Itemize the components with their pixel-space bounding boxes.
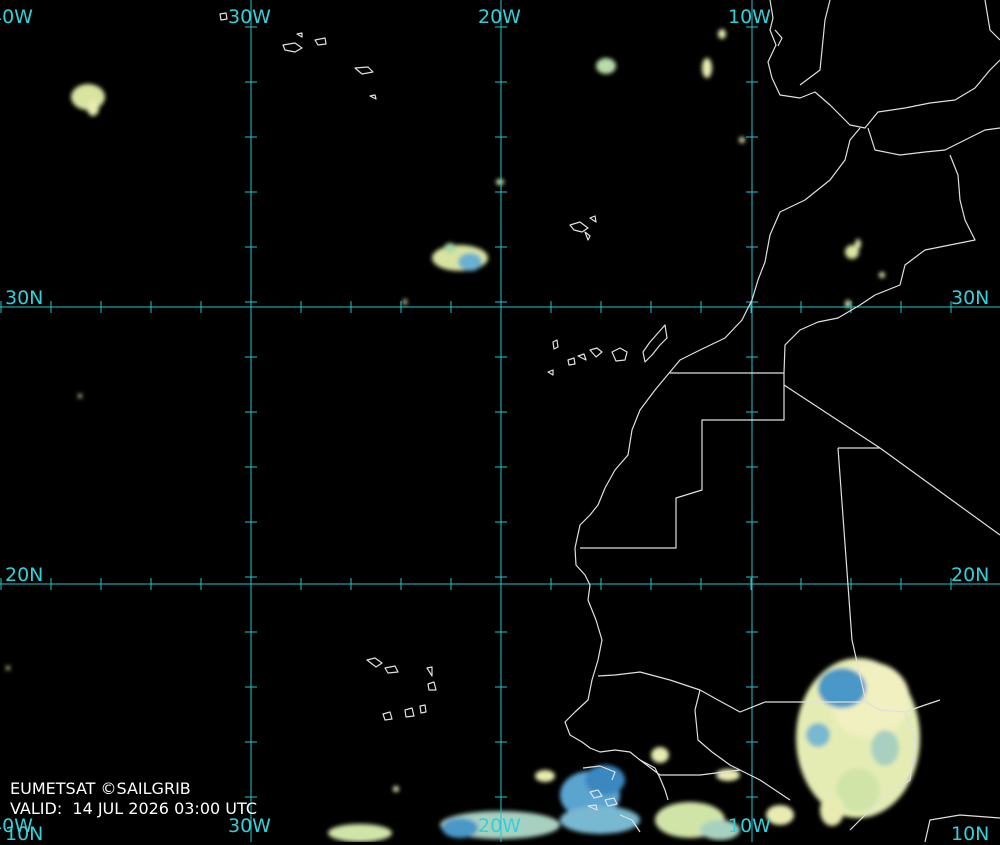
longitude-label-30w-bottom: 30W <box>228 815 271 837</box>
latitude-label-10n-right: 10N <box>951 823 990 845</box>
longitude-label-40w-top: 40W <box>0 6 33 28</box>
satellite-map <box>0 0 1000 842</box>
longitude-label-20w-top: 20W <box>478 6 521 28</box>
latitude-label-30n-left: 30N <box>5 287 44 309</box>
valid-prefix: VALID: <box>10 799 63 818</box>
longitude-label-30w-top: 30W <box>228 6 271 28</box>
longitude-label-20w-bottom: 20W <box>478 815 521 837</box>
latitude-label-30n-right: 30N <box>951 287 990 309</box>
valid-time: 14 JUL 2026 03:00 UTC <box>72 799 257 818</box>
latitude-label-10n-left: 10N <box>5 823 44 845</box>
longitude-label-10w-top: 10W <box>728 6 771 28</box>
latitude-label-20n-right: 20N <box>951 564 990 586</box>
latitude-label-20n-left: 20N <box>5 564 44 586</box>
valid-time-line: VALID: 14 JUL 2026 03:00 UTC <box>10 800 257 818</box>
credit-text: EUMETSAT ©SAILGRIB <box>10 779 191 798</box>
longitude-label-10w-bottom: 10W <box>728 815 771 837</box>
